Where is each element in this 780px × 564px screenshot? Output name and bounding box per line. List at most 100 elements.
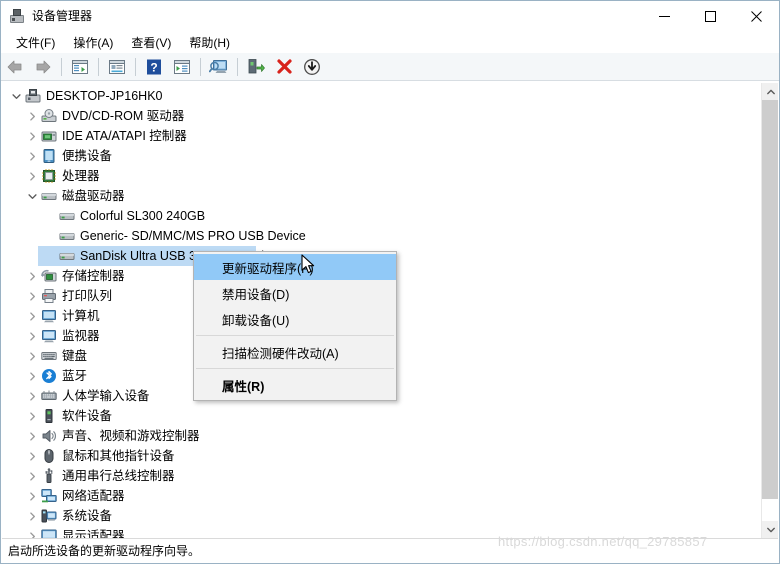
- twisty-placeholder: [42, 246, 58, 266]
- forward-button[interactable]: [31, 55, 55, 79]
- tree-node-colorful-sl300[interactable]: Colorful SL300 240GB: [2, 206, 760, 226]
- help-button[interactable]: ?: [142, 55, 166, 79]
- ctx-update-driver[interactable]: 更新驱动程序(P): [194, 254, 396, 280]
- tree-node-sound-video-game[interactable]: 声音、视频和游戏控制器: [2, 426, 760, 446]
- software-device-icon: [40, 408, 58, 424]
- chevron-right-icon: [29, 151, 35, 161]
- tree-node-ide-ata-atapi[interactable]: IDE ATA/ATAPI 控制器: [2, 126, 760, 146]
- scan-monitor-icon: [209, 58, 229, 75]
- vertical-scrollbar[interactable]: [761, 83, 778, 538]
- chevron-down-icon: [27, 193, 37, 199]
- properties-button[interactable]: [105, 55, 129, 79]
- system-device-icon: [40, 508, 58, 524]
- twisty-toggle[interactable]: [24, 446, 40, 466]
- twisty-toggle[interactable]: [24, 106, 40, 126]
- menu-help[interactable]: 帮助(H): [180, 32, 239, 53]
- print-queue-icon: [40, 288, 58, 304]
- menu-view[interactable]: 查看(V): [122, 32, 180, 53]
- twisty-toggle[interactable]: [24, 406, 40, 426]
- tree-node-label: 便携设备: [62, 149, 113, 163]
- computer-root-icon: [24, 88, 42, 104]
- disable-device-button[interactable]: [300, 55, 324, 79]
- twisty-toggle[interactable]: [8, 86, 24, 106]
- show-hide-action-pane-button[interactable]: [170, 55, 194, 79]
- tree-node-label: 键盘: [62, 349, 88, 363]
- twisty-toggle[interactable]: [24, 506, 40, 526]
- twisty-toggle[interactable]: [24, 326, 40, 346]
- show-hide-console-tree-button[interactable]: [68, 55, 92, 79]
- tree-node-display-adapters[interactable]: 显示适配器: [2, 526, 760, 538]
- status-text: 启动所选设备的更新驱动程序向导。: [8, 544, 201, 558]
- twisty-toggle[interactable]: [24, 286, 40, 306]
- tree-node-label: Generic- SD/MMC/MS PRO USB Device: [80, 229, 306, 243]
- twisty-toggle[interactable]: [24, 486, 40, 506]
- tree-node-label: 处理器: [62, 169, 100, 183]
- red-x-icon: [276, 58, 293, 75]
- tree-node-mice[interactable]: 鼠标和其他指针设备: [2, 446, 760, 466]
- scroll-up-button[interactable]: [762, 83, 778, 100]
- chevron-right-icon: [29, 311, 35, 321]
- twisty-toggle[interactable]: [24, 366, 40, 386]
- status-bar: 启动所选设备的更新驱动程序向导。: [2, 538, 778, 562]
- tree-node-dvd-cdrom[interactable]: DVD/CD-ROM 驱动器: [2, 106, 760, 126]
- device-manager-icon: [9, 8, 25, 24]
- computer-icon: [40, 308, 58, 324]
- ctx-scan-hardware-changes[interactable]: 扫描检测硬件改动(A): [194, 339, 396, 365]
- close-button[interactable]: [733, 1, 779, 31]
- tree-node-usb-controllers[interactable]: 通用串行总线控制器: [2, 466, 760, 486]
- processor-icon: [40, 168, 58, 184]
- tree-node-disk-drives[interactable]: 磁盘驱动器: [2, 186, 760, 206]
- chevron-right-icon: [29, 371, 35, 381]
- twisty-toggle[interactable]: [24, 346, 40, 366]
- twisty-toggle[interactable]: [24, 426, 40, 446]
- menu-file[interactable]: 文件(F): [7, 32, 64, 53]
- chevron-right-icon: [29, 331, 35, 341]
- twisty-toggle[interactable]: [24, 146, 40, 166]
- tree-node-portable-devices[interactable]: 便携设备: [2, 146, 760, 166]
- ctx-uninstall-device[interactable]: 卸载设备(U): [194, 306, 396, 332]
- ctx-properties[interactable]: 属性(R): [194, 372, 396, 398]
- tree-node-label: 软件设备: [62, 409, 113, 423]
- context-menu[interactable]: 更新驱动程序(P) 禁用设备(D) 卸载设备(U) 扫描检测硬件改动(A) 属性(R): [193, 251, 397, 401]
- chevron-right-icon: [29, 391, 35, 401]
- dvd-drive-icon: [40, 108, 58, 124]
- update-driver-button[interactable]: [244, 55, 268, 79]
- tree-node-label: 蓝牙: [62, 369, 88, 383]
- chevron-right-icon: [29, 471, 35, 481]
- maximize-button[interactable]: [687, 1, 733, 31]
- twisty-toggle[interactable]: [24, 266, 40, 286]
- menu-action[interactable]: 操作(A): [64, 32, 122, 53]
- toolbar-separator-2: [98, 57, 99, 76]
- tree-node-network-adapters[interactable]: 网络适配器: [2, 486, 760, 506]
- chevron-right-icon: [29, 451, 35, 461]
- chevron-right-icon: [29, 511, 35, 521]
- minimize-button[interactable]: [641, 1, 687, 31]
- scan-hardware-changes-button[interactable]: [207, 55, 231, 79]
- ctx-disable-device[interactable]: 禁用设备(D): [194, 280, 396, 306]
- device-manager-window: 设备管理器 文件(F) 操作(A) 查看(V) 帮助(H) ? DESKTOP-…: [0, 0, 780, 564]
- tree-node-desktop-jp16hk0[interactable]: DESKTOP-JP16HK0: [2, 86, 760, 106]
- menu-bar: 文件(F) 操作(A) 查看(V) 帮助(H): [1, 31, 779, 53]
- tree-node-label: 磁盘驱动器: [62, 189, 125, 203]
- twisty-toggle[interactable]: [24, 526, 40, 538]
- tree-node-processors[interactable]: 处理器: [2, 166, 760, 186]
- window-title: 设备管理器: [32, 9, 93, 23]
- scroll-down-button[interactable]: [762, 521, 778, 538]
- twisty-toggle[interactable]: [24, 306, 40, 326]
- back-button[interactable]: [3, 55, 27, 79]
- sound-video-game-icon: [40, 428, 58, 444]
- uninstall-device-button[interactable]: [272, 55, 296, 79]
- tree-node-generic-sd-mmc[interactable]: Generic- SD/MMC/MS PRO USB Device: [2, 226, 760, 246]
- toolbar-separator-3: [135, 57, 136, 76]
- twisty-toggle[interactable]: [24, 466, 40, 486]
- twisty-toggle[interactable]: [24, 166, 40, 186]
- twisty-toggle[interactable]: [24, 386, 40, 406]
- scrollbar-thumb[interactable]: [762, 100, 778, 499]
- context-menu-item-label: 更新驱动程序(P): [222, 261, 314, 276]
- tree-node-system-devices[interactable]: 系统设备: [2, 506, 760, 526]
- tree-node-software-devices[interactable]: 软件设备: [2, 406, 760, 426]
- twisty-toggle[interactable]: [24, 126, 40, 146]
- chevron-right-icon: [29, 291, 35, 301]
- twisty-toggle[interactable]: [24, 186, 40, 206]
- title-bar: 设备管理器: [1, 1, 779, 31]
